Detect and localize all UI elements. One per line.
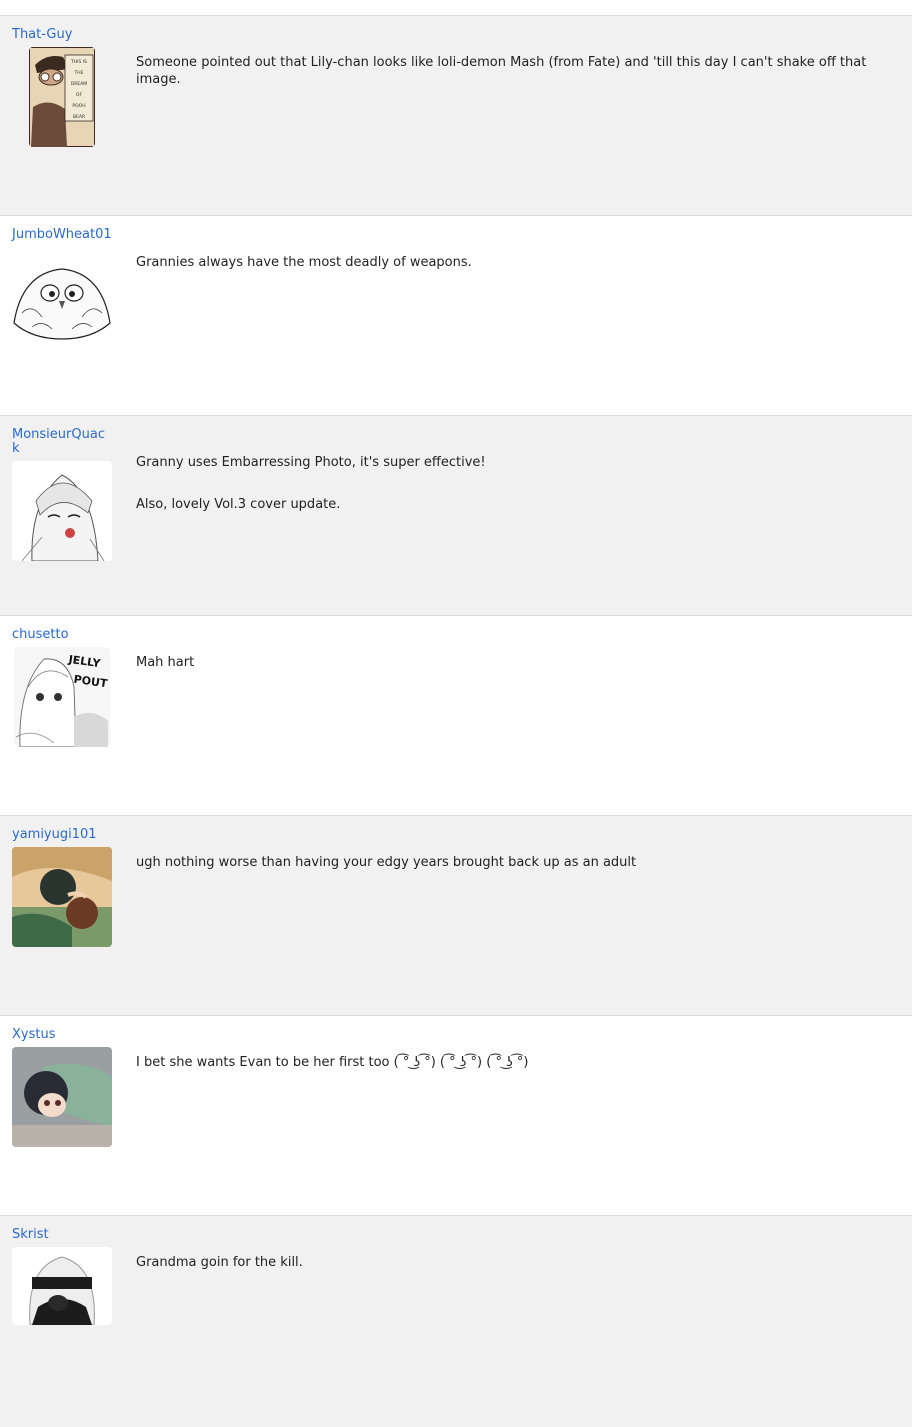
comment-body: Grandma goin for the kill. (136, 1254, 896, 1296)
comment-text: Mah hart (136, 655, 195, 670)
jelly-pout-manga-avatar[interactable]: JELLY POUT (14, 647, 110, 747)
comment-text: Someone pointed out that Lily-chan looks… (136, 55, 867, 87)
comment-item: yamiyugi101 ugh nothing worse than havin… (0, 816, 912, 1016)
username-link[interactable]: chusetto (12, 628, 112, 642)
avatar-sign-text: DREAM (71, 81, 88, 87)
comment-text: Grannies always have the most deadly of … (136, 255, 472, 270)
comment-author: Xystus (12, 1028, 112, 1147)
comment-body: I bet she wants Evan to be her first too… (136, 1054, 896, 1096)
comment-item: Xystus I bet she wants Evan to be her fi… (0, 1016, 912, 1216)
username-link[interactable]: JumboWheat01 (12, 228, 112, 242)
comment-text: ugh nothing worse than having your edgy … (136, 855, 637, 870)
comment-body: Granny uses Embarressing Photo, it's sup… (136, 454, 896, 538)
anime-sleeping-avatar[interactable] (12, 847, 112, 947)
comment-body: ugh nothing worse than having your edgy … (136, 854, 896, 896)
manga-girl-avatar[interactable] (12, 461, 112, 561)
comment-text: Granny uses Embarressing Photo, it's sup… (136, 455, 486, 470)
username-link[interactable]: That-Guy (12, 28, 112, 42)
owl-sketch-avatar[interactable] (12, 243, 112, 343)
blindfold-android-avatar[interactable] (12, 1247, 112, 1325)
username-link[interactable]: yamiyugi101 (12, 828, 112, 842)
comment-text: Also, lovely Vol.3 cover update. (136, 497, 341, 512)
comment-author: chusetto JELLY POUT (12, 628, 112, 747)
username-link[interactable]: Xystus (12, 1028, 112, 1042)
comment-author: That-Guy THIS IS THE DREAM OF POOH BEAR (12, 28, 112, 147)
comment-text: I bet she wants Evan to be her first too… (136, 1055, 529, 1070)
comment-body: Mah hart (136, 654, 896, 696)
comment-body: Grannies always have the most deadly of … (136, 254, 896, 296)
avatar-sign-text: BEAR (73, 114, 85, 120)
anime-girl-lying-avatar[interactable] (12, 1047, 112, 1147)
avatar-sign-text: THE (74, 70, 84, 76)
comment-author: MonsieurQuack (12, 428, 112, 561)
comment-item: Skrist Grandma goin for the kill. (0, 1216, 912, 1427)
comment-author: Skrist (12, 1228, 112, 1325)
username-link[interactable]: MonsieurQuack (12, 428, 112, 456)
manga-hat-character-avatar[interactable]: THIS IS THE DREAM OF POOH BEAR (29, 47, 95, 147)
comment-item: JumboWheat01 Grannies always have the mo… (0, 216, 912, 416)
comment-item: That-Guy THIS IS THE DREAM OF POOH BEAR … (0, 16, 912, 216)
comment-body: Someone pointed out that Lily-chan looks… (136, 54, 896, 113)
avatar-sign-text: THIS IS (70, 59, 87, 65)
top-edge (0, 0, 912, 16)
comment-author: yamiyugi101 (12, 828, 112, 947)
comment-text: Grandma goin for the kill. (136, 1255, 303, 1270)
comment-item: MonsieurQuack Granny uses Embarressing P… (0, 416, 912, 616)
comment-author: JumboWheat01 (12, 228, 112, 343)
username-link[interactable]: Skrist (12, 1228, 112, 1242)
avatar-sign-text: OF (76, 92, 83, 98)
comment-item: chusetto JELLY POUT Mah hart (0, 616, 912, 816)
avatar-sign-text: POOH (72, 103, 85, 109)
